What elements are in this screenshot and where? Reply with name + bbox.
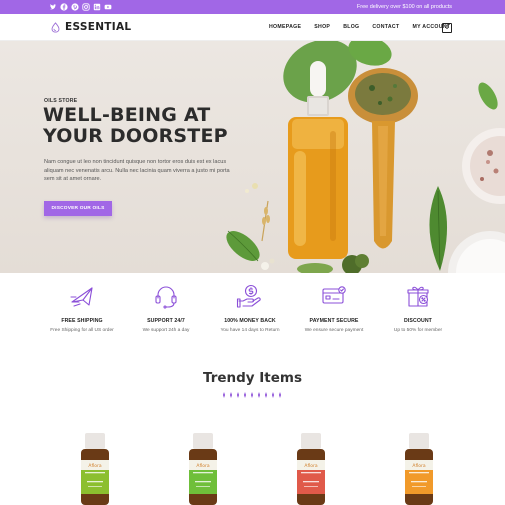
logo-drop-icon bbox=[51, 21, 60, 33]
product-brand: Aflora bbox=[196, 463, 210, 469]
product-card[interactable]: Aflora bbox=[274, 416, 350, 505]
feature-subtitle: Free Shipping for all US order bbox=[50, 328, 114, 333]
nav-item-contact[interactable]: CONTACT bbox=[372, 24, 399, 30]
gift-discount-icon bbox=[407, 286, 429, 307]
product-card[interactable]: Aflora bbox=[58, 416, 134, 505]
product-brand: Aflora bbox=[412, 463, 426, 469]
product-brand: Aflora bbox=[304, 463, 318, 469]
feature-support: SUPPORT 24/7 We support 24h a day bbox=[124, 282, 208, 342]
instagram-icon[interactable] bbox=[82, 3, 90, 11]
cart-button[interactable]: 0 bbox=[442, 23, 452, 33]
nav-item-homepage[interactable]: HOMEPAGE bbox=[269, 24, 301, 30]
feature-payment-secure: PAYMENT SECURE We ensure secure payment bbox=[292, 282, 376, 342]
product-card[interactable]: Aflora bbox=[166, 416, 242, 505]
product-grid: Aflora Aflora Aflora Aflora bbox=[58, 416, 458, 505]
cart-count: 0 bbox=[445, 25, 449, 31]
feature-subtitle: You have 14 days to Return bbox=[220, 328, 280, 333]
section-title: Trendy Items bbox=[202, 370, 303, 386]
feature-title: 100% MONEY BACK bbox=[224, 318, 276, 324]
youtube-icon[interactable] bbox=[104, 3, 112, 11]
top-bar: Free delivery over $100 on all products bbox=[0, 0, 505, 14]
logo-text: ESSENTIAL bbox=[65, 21, 132, 33]
hero-oil-bottle-image bbox=[226, 41, 505, 273]
features-row: FREE SHIPPING Free Shipping for all US o… bbox=[40, 282, 460, 342]
discover-oils-button[interactable]: DISCOVER OUR OILS bbox=[44, 201, 112, 216]
feature-subtitle: Up to 50% for member bbox=[393, 328, 443, 333]
hero-description: Nam congue ut leo non tincidunt quisque … bbox=[44, 159, 230, 182]
main-nav: HOMEPAGE SHOP BLOG CONTACT MY ACCOUNT bbox=[269, 24, 450, 30]
facebook-icon[interactable] bbox=[60, 3, 68, 11]
hero-title-line-1: WELL-BEING AT bbox=[43, 104, 211, 126]
product-card[interactable]: Aflora bbox=[382, 416, 458, 505]
product-bottle-image: Aflora bbox=[81, 433, 109, 505]
social-links bbox=[49, 3, 112, 11]
twitter-icon[interactable] bbox=[49, 3, 57, 11]
pinterest-icon[interactable] bbox=[71, 3, 79, 11]
hero-title: WELL-BEING AT YOUR DOORSTEP bbox=[43, 105, 228, 147]
hero-title-line-2: YOUR DOORSTEP bbox=[43, 125, 228, 147]
feature-money-back: 100% MONEY BACK You have 14 days to Retu… bbox=[208, 282, 292, 342]
money-back-icon bbox=[236, 284, 261, 308]
feature-subtitle: We ensure secure payment bbox=[304, 328, 364, 333]
feature-title: DISCOUNT bbox=[404, 318, 432, 324]
credit-card-icon bbox=[322, 286, 346, 304]
feature-title: SUPPORT 24/7 bbox=[147, 318, 185, 324]
nav-item-blog[interactable]: BLOG bbox=[343, 24, 359, 30]
site-header: ESSENTIAL HOMEPAGE SHOP BLOG CONTACT MY … bbox=[0, 14, 505, 41]
delivery-notice: Free delivery over $100 on all products bbox=[356, 4, 452, 10]
product-brand: Aflora bbox=[88, 463, 102, 469]
feature-title: FREE SHIPPING bbox=[61, 318, 103, 324]
feature-title: PAYMENT SECURE bbox=[309, 318, 359, 324]
product-bottle-image: Aflora bbox=[189, 433, 217, 505]
site-logo[interactable]: ESSENTIAL bbox=[50, 21, 131, 33]
product-bottle-image: Aflora bbox=[405, 433, 433, 505]
product-bottle-image: Aflora bbox=[297, 433, 325, 505]
lavender-divider-icon bbox=[223, 392, 281, 398]
headset-icon bbox=[155, 286, 177, 309]
airplane-icon bbox=[70, 287, 93, 307]
linkedin-icon[interactable] bbox=[93, 3, 101, 11]
hero-banner: OILS STORE WELL-BEING AT YOUR DOORSTEP N… bbox=[0, 41, 505, 273]
feature-subtitle: We support 24h a day bbox=[142, 328, 190, 333]
feature-free-shipping: FREE SHIPPING Free Shipping for all US o… bbox=[40, 282, 124, 342]
nav-item-shop[interactable]: SHOP bbox=[314, 24, 330, 30]
feature-discount: DISCOUNT Up to 50% for member bbox=[376, 282, 460, 342]
